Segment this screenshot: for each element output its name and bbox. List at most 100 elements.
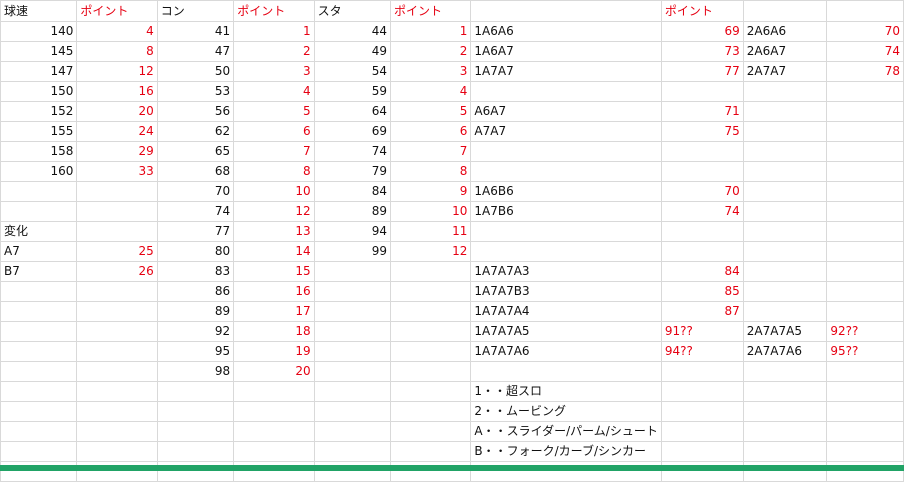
cell[interactable] [389, 401, 472, 422]
cell[interactable]: 12 [389, 241, 472, 262]
cell[interactable]: 70 [660, 181, 744, 202]
cell[interactable]: 145 [0, 41, 78, 62]
cell[interactable] [742, 301, 828, 322]
cell[interactable]: 10 [389, 201, 472, 222]
cell[interactable]: 17 [233, 301, 315, 322]
cell[interactable]: A7 [0, 241, 78, 262]
cell[interactable]: 15 [233, 261, 315, 282]
cell[interactable]: 1A7A7A3 [470, 261, 662, 282]
cell[interactable]: A・・スライダー/パーム/シュート [470, 421, 662, 442]
cell[interactable] [826, 141, 904, 162]
cell[interactable]: 1A7A7 [470, 61, 662, 82]
cell[interactable] [389, 421, 472, 442]
cell[interactable]: 54 [313, 61, 392, 82]
cell[interactable]: 1A7B6 [470, 201, 662, 222]
header-cell[interactable] [470, 0, 662, 22]
cell[interactable] [660, 241, 744, 262]
cell[interactable]: 73 [660, 41, 744, 62]
cell[interactable] [742, 201, 828, 222]
cell[interactable] [826, 361, 904, 382]
cell[interactable]: 5 [389, 101, 472, 122]
cell[interactable] [826, 441, 904, 462]
cell[interactable] [826, 381, 904, 402]
cell[interactable] [313, 381, 392, 402]
cell[interactable] [660, 361, 744, 382]
cell[interactable]: 50 [156, 61, 235, 82]
cell[interactable]: 16 [233, 281, 315, 302]
cell[interactable]: 86 [156, 281, 235, 302]
cell[interactable]: 94?? [660, 341, 744, 362]
cell[interactable]: 77 [660, 61, 744, 82]
cell[interactable]: 3 [389, 61, 472, 82]
cell[interactable]: 94 [313, 221, 392, 242]
cell[interactable]: A7A7 [470, 121, 662, 142]
cell[interactable] [76, 321, 158, 342]
cell[interactable] [742, 281, 828, 302]
cell[interactable]: 1 [389, 21, 472, 42]
cell[interactable]: 2・・ムービング [470, 401, 662, 422]
cell[interactable]: B・・フォーク/カーブ/シンカー [470, 441, 662, 462]
cell[interactable]: 69 [660, 21, 744, 42]
cell[interactable] [742, 121, 828, 142]
cell[interactable] [470, 161, 662, 182]
cell[interactable]: 84 [660, 261, 744, 282]
cell[interactable]: 13 [233, 221, 315, 242]
cell[interactable] [76, 221, 158, 242]
cell[interactable]: 14 [233, 241, 315, 262]
cell[interactable] [313, 341, 392, 362]
cell[interactable] [742, 181, 828, 202]
cell[interactable]: 89 [313, 201, 392, 222]
cell[interactable]: 91?? [660, 321, 744, 342]
cell[interactable] [233, 441, 315, 462]
cell[interactable] [660, 401, 744, 422]
cell[interactable] [76, 421, 158, 442]
cell[interactable]: 4 [233, 81, 315, 102]
cell[interactable]: 7 [233, 141, 315, 162]
cell[interactable]: 56 [156, 101, 235, 122]
cell[interactable]: 92?? [826, 321, 904, 342]
cell[interactable]: 79 [313, 161, 392, 182]
cell[interactable] [0, 181, 78, 202]
cell[interactable]: 83 [156, 261, 235, 282]
cell[interactable] [826, 81, 904, 102]
cell[interactable] [826, 221, 904, 242]
cell[interactable] [826, 241, 904, 262]
cell[interactable] [156, 401, 235, 422]
header-cell[interactable]: 球速 [0, 0, 78, 22]
cell[interactable]: 150 [0, 81, 78, 102]
cell[interactable] [0, 421, 78, 442]
cell[interactable] [233, 381, 315, 402]
cell[interactable]: 47 [156, 41, 235, 62]
cell[interactable]: 1A6A7 [470, 41, 662, 62]
header-cell[interactable]: ポイント [76, 0, 158, 22]
cell[interactable]: 155 [0, 121, 78, 142]
cell[interactable] [660, 441, 744, 462]
cell[interactable]: 70 [826, 21, 904, 42]
cell[interactable]: 変化 [0, 221, 78, 242]
cell[interactable] [826, 401, 904, 422]
cell[interactable]: 2A7A7A5 [742, 321, 828, 342]
cell[interactable]: 2 [233, 41, 315, 62]
cell[interactable]: 5 [233, 101, 315, 122]
cell[interactable] [389, 261, 472, 282]
cell[interactable]: 11 [389, 221, 472, 242]
cell[interactable] [0, 281, 78, 302]
cell[interactable]: 140 [0, 21, 78, 42]
cell[interactable] [76, 301, 158, 322]
cell[interactable]: 8 [76, 41, 158, 62]
cell[interactable]: 92 [156, 321, 235, 342]
cell[interactable] [826, 201, 904, 222]
cell[interactable]: 71 [660, 101, 744, 122]
cell[interactable] [660, 381, 744, 402]
cell[interactable] [826, 101, 904, 122]
cell[interactable]: 2A6A7 [742, 41, 828, 62]
cell[interactable]: 152 [0, 101, 78, 122]
cell[interactable] [76, 361, 158, 382]
cell[interactable]: A6A7 [470, 101, 662, 122]
cell[interactable] [742, 261, 828, 282]
cell[interactable]: 74 [826, 41, 904, 62]
cell[interactable]: 1A7A7A6 [470, 341, 662, 362]
cell[interactable]: 4 [76, 21, 158, 42]
cell[interactable] [389, 281, 472, 302]
cell[interactable]: 16 [76, 81, 158, 102]
